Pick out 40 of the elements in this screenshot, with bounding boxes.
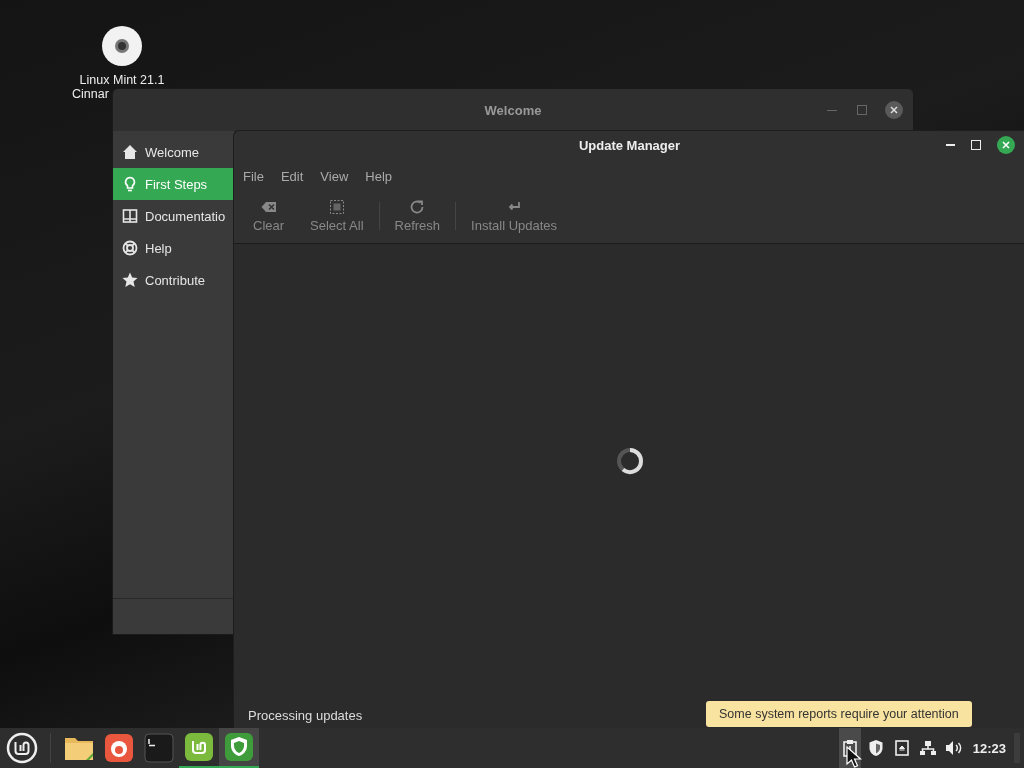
disc-icon[interactable] <box>102 26 142 66</box>
star-icon <box>122 272 138 288</box>
shield-icon[interactable] <box>867 739 884 757</box>
sidebar-item[interactable]: Contribute <box>113 264 234 296</box>
desktop-icon-label: Linux Mint 21.1 <box>79 73 165 87</box>
network-icon[interactable] <box>918 740 937 756</box>
refresh-icon <box>409 199 426 215</box>
sidebar-item[interactable]: Documentatio <box>113 200 234 232</box>
terminal-icon <box>144 733 174 763</box>
sidebar-item[interactable]: Help <box>113 232 234 264</box>
lightbulb-icon <box>122 176 138 192</box>
menu-item[interactable]: Edit <box>273 168 311 184</box>
loading-spinner-icon <box>614 445 645 476</box>
taskbar-app-button[interactable] <box>219 728 259 768</box>
window-title: Welcome <box>484 102 542 118</box>
drive-icon[interactable] <box>894 740 909 756</box>
home-icon <box>122 144 138 160</box>
browser-icon <box>104 733 134 763</box>
status-text: Processing updates <box>248 707 363 723</box>
volume-icon[interactable] <box>944 740 963 756</box>
tooltip: Some system reports require your attention <box>706 701 972 727</box>
menu-item[interactable]: View <box>313 168 356 184</box>
sidebar-item[interactable]: Welcome <box>113 136 234 168</box>
menu-item[interactable]: File <box>236 168 271 184</box>
menu-item[interactable]: Help <box>358 168 400 184</box>
book-icon <box>122 208 138 224</box>
desktop-icon-label: Cinnar <box>72 87 109 101</box>
window-title: Update Manager <box>578 137 681 153</box>
sidebar-item[interactable]: First Steps <box>113 168 234 200</box>
close-button[interactable] <box>885 101 903 119</box>
mint-logo-icon <box>184 732 214 762</box>
clock[interactable]: 12:23 <box>972 740 1006 756</box>
lifebuoy-icon <box>122 240 138 256</box>
mouse-pointer-icon <box>846 746 864 768</box>
shield-icon <box>224 732 254 762</box>
select-all-icon <box>328 199 345 215</box>
backspace-icon <box>260 199 277 215</box>
clipboard-icon[interactable] <box>842 739 857 757</box>
mint-logo-icon <box>6 732 38 764</box>
close-button[interactable] <box>997 136 1015 154</box>
